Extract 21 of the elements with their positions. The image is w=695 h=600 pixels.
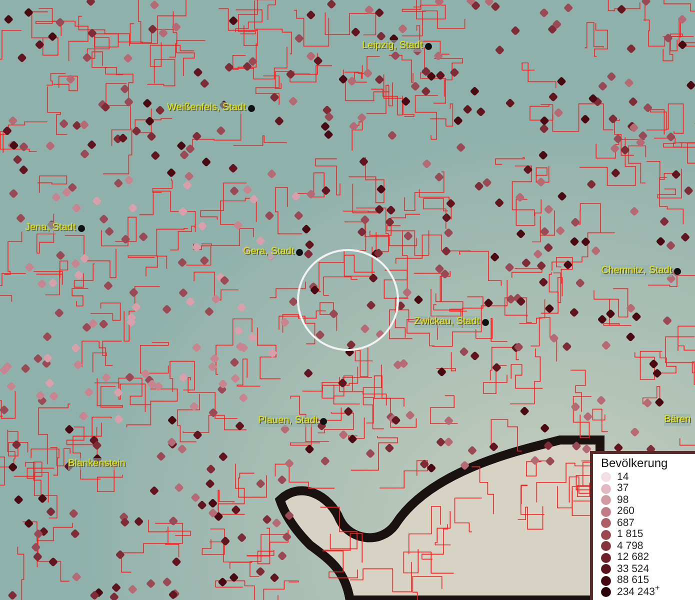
place-label: Weißenfels, Stadt (167, 102, 246, 114)
legend-title: Bevölkerung (601, 456, 669, 470)
legend-label: 687 (617, 518, 635, 529)
place-label: Chemnitz, Stadt (601, 265, 672, 277)
legend-label: 37 (617, 483, 629, 494)
place-label: Plauen, Stadt (258, 415, 318, 427)
place-label: Gera, Stadt (243, 246, 294, 258)
legend-label: 234 243$^{+}$ (617, 586, 660, 598)
place-label: Bären (664, 414, 691, 426)
legend-label: 260 (617, 506, 635, 518)
legend-label: 98 (617, 494, 629, 506)
legend-label: 1 815 (617, 529, 644, 540)
legend-label: 4 798 (617, 540, 644, 552)
place-label: Zwickau, Stadt (414, 316, 480, 328)
place-label: Leipzig, Stadt (362, 40, 423, 52)
legend-label: 12 682 (617, 552, 650, 564)
place-label: Blankenstein (68, 458, 126, 470)
legend-label: 14 (617, 472, 629, 483)
legend-label: 88 615 (617, 575, 650, 586)
place-label: Jena, Stadt (25, 222, 76, 234)
legend-label: 33 524 (617, 564, 650, 575)
